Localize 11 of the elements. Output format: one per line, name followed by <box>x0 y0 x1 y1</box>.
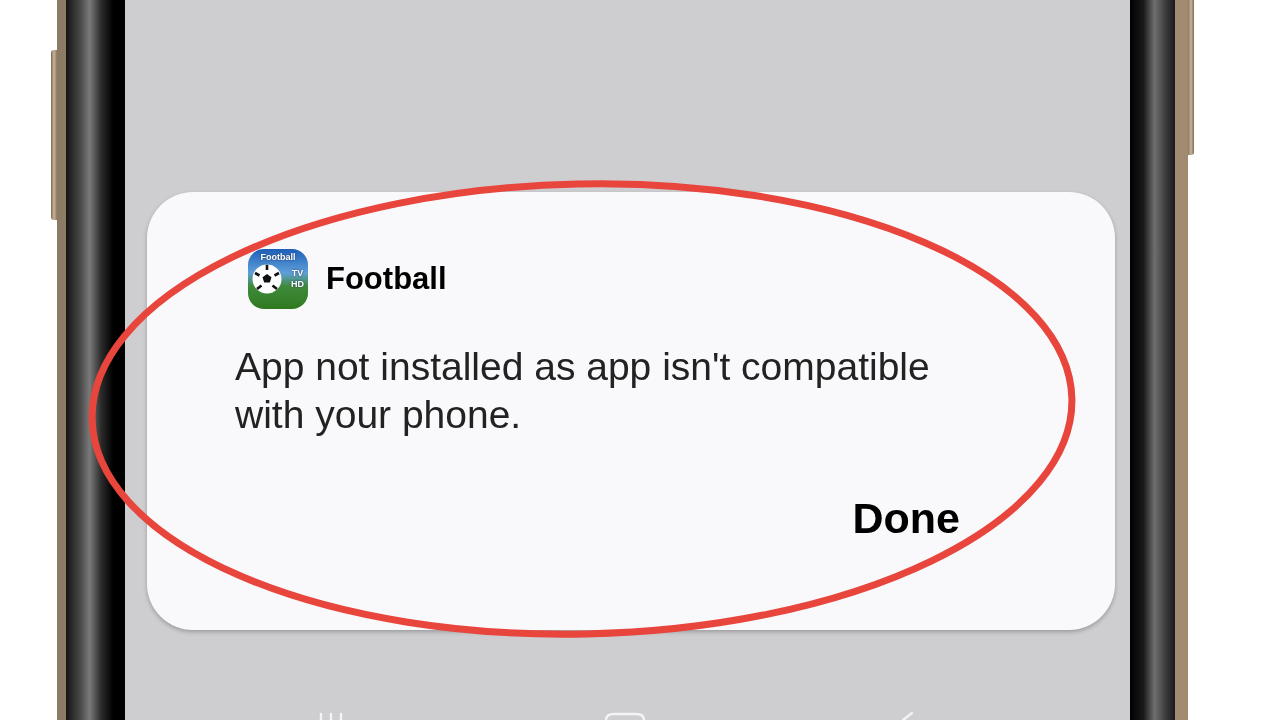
recent-apps-icon[interactable] <box>318 712 344 720</box>
side-button[interactable] <box>1188 0 1194 155</box>
logo-text: HD <box>291 279 304 290</box>
dialog-message: App not installed as app isn't compatible with your phone. <box>235 344 931 438</box>
side-button[interactable] <box>51 50 57 220</box>
logo-text: Football <box>260 252 296 262</box>
logo-text: TV <box>291 268 304 279</box>
done-button[interactable]: Done <box>852 493 960 543</box>
app-name: Football <box>326 261 447 297</box>
home-icon[interactable] <box>604 712 646 720</box>
soccer-ball-icon <box>252 264 282 294</box>
